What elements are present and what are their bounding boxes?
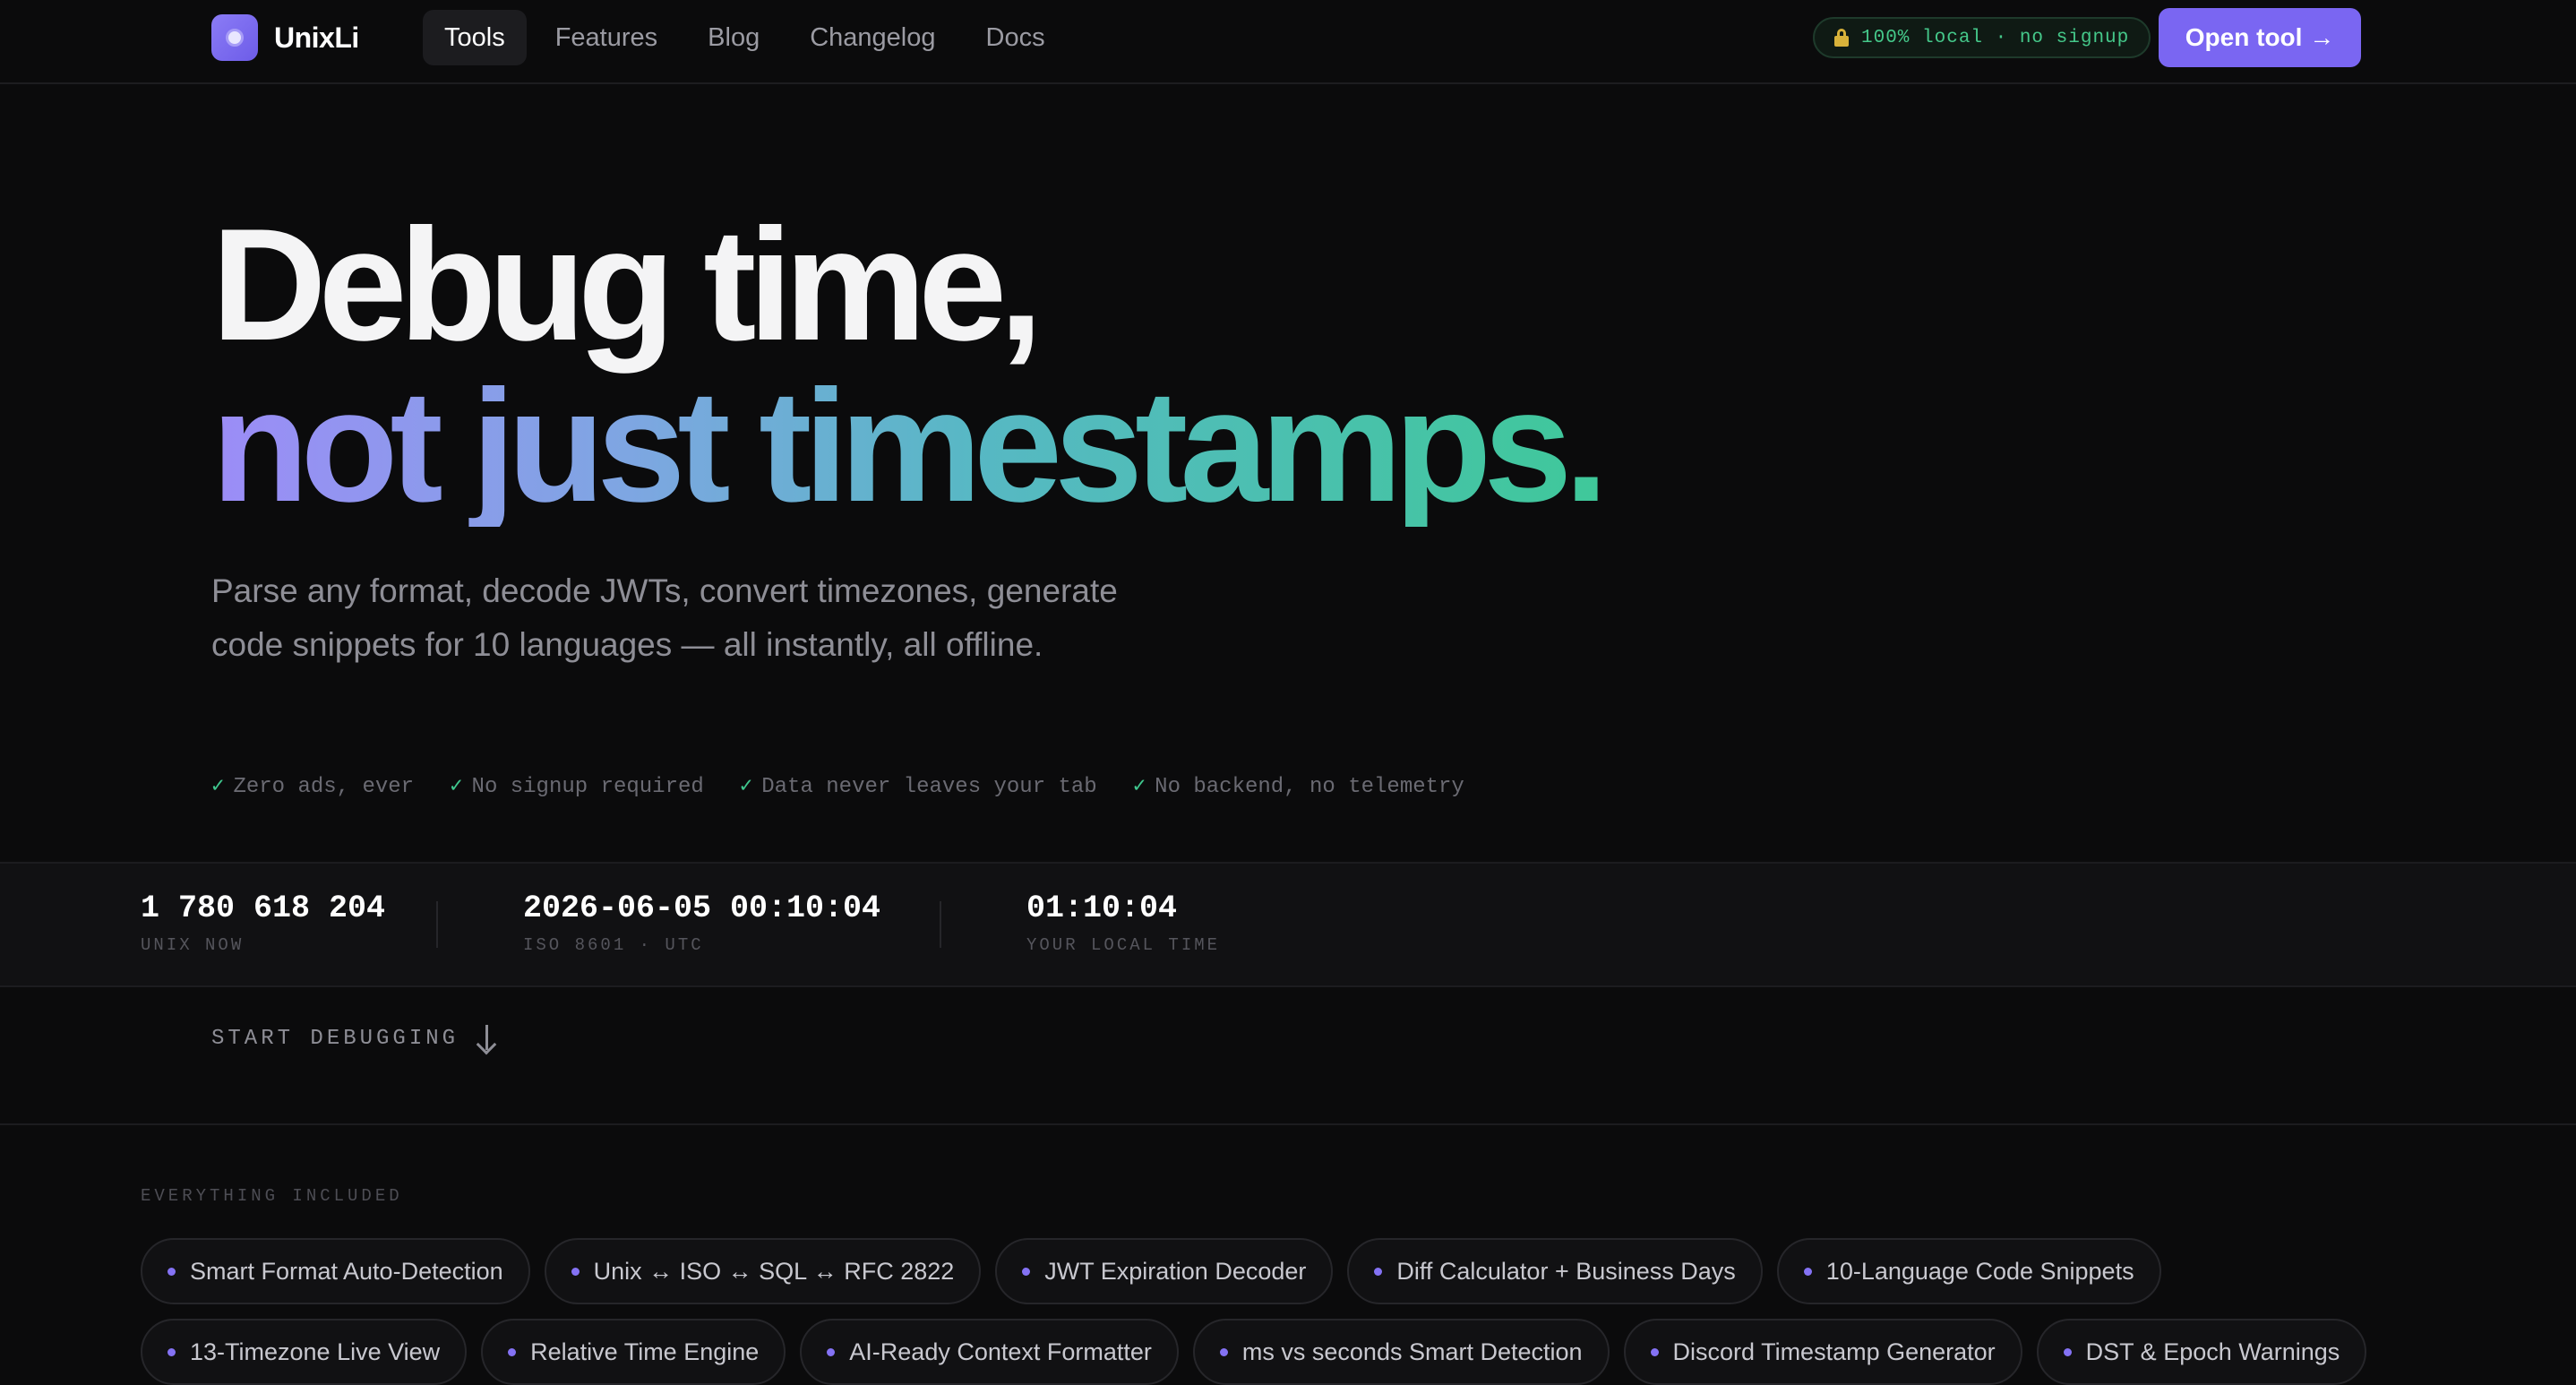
hero-headline: Debug time, not just timestamps.	[211, 195, 1609, 535]
hero-line-2: not just timestamps.	[211, 357, 1609, 535]
feature-chip[interactable]: 13-Timezone Live View	[141, 1319, 468, 1385]
check-icon: ✓	[739, 775, 753, 799]
feature-chip[interactable]: Diff Calculator + Business Days	[1347, 1238, 1763, 1304]
bullet-dot-icon	[1219, 1347, 1228, 1356]
check-icon: ✓	[450, 775, 463, 799]
hero-line-1: Debug time,	[211, 195, 1043, 374]
nav-item-tools[interactable]: Tools	[423, 10, 527, 65]
check-item: ✓ Data never leaves your tab	[739, 775, 1097, 799]
bullet-dot-icon	[827, 1347, 836, 1356]
bullet-dot-icon	[167, 1347, 176, 1356]
stat-local-time: 01:10:04 YOUR LOCAL TIME	[1026, 890, 1220, 955]
check-icon: ✓	[211, 775, 225, 799]
feature-checks: ✓ Zero ads, ever ✓ No signup required ✓ Dat…	[211, 772, 1464, 799]
stat-label: YOUR LOCAL TIME	[1026, 935, 1221, 955]
live-time-stats: 1 780 618 204 UNIX NOW 2026-06-05 00:10:…	[0, 862, 2576, 987]
bullet-dot-icon	[571, 1267, 580, 1276]
start-debugging-label: START DEBUGGING	[211, 1026, 459, 1051]
feature-chip[interactable]: JWT Expiration Decoder	[995, 1238, 1334, 1304]
feature-chip[interactable]: 10-Language Code Snippets	[1776, 1238, 2161, 1304]
local-badge: 100% local · no signup	[1813, 17, 2151, 58]
open-tool-button[interactable]: Open tool →	[2159, 8, 2361, 67]
stat-value: 2026-06-05 00:10:04	[523, 890, 881, 926]
stat-label: UNIX NOW	[141, 935, 245, 955]
arrow-down-icon	[476, 1025, 498, 1055]
bullet-dot-icon	[1374, 1267, 1383, 1276]
bullet-dot-icon	[1803, 1267, 1812, 1276]
stat-iso-utc: 2026-06-05 00:10:04 ISO 8601 · UTC	[523, 890, 880, 955]
start-debugging-link[interactable]: START DEBUGGING	[211, 1025, 498, 1055]
nav-item-features[interactable]: Features	[534, 10, 679, 65]
feature-chip[interactable]: ms vs seconds Smart Detection	[1192, 1319, 1610, 1385]
stat-divider	[436, 901, 438, 948]
stat-value: 01:10:04	[1026, 890, 1178, 926]
local-badge-text: 100% local · no signup	[1861, 27, 2130, 48]
nav-item-blog[interactable]: Blog	[686, 10, 781, 65]
check-icon: ✓	[1132, 775, 1146, 799]
brand[interactable]: UnixLi	[211, 14, 359, 61]
bullet-dot-icon	[2063, 1347, 2072, 1356]
check-item: ✓ No signup required	[450, 775, 704, 799]
hero-subtitle: Parse any format, decode JWTs, convert t…	[211, 572, 1118, 663]
nav-item-docs[interactable]: Docs	[965, 10, 1067, 65]
feature-chip[interactable]: Relative Time Engine	[481, 1319, 786, 1385]
lock-icon	[1834, 29, 1849, 47]
everything-included-label: EVERYTHING INCLUDED	[141, 1186, 403, 1206]
check-item: ✓ No backend, no telemetry	[1132, 775, 1464, 799]
stat-value: 1 780 618 204	[141, 890, 386, 926]
top-navigation-bar: UnixLi Tools Features Blog Changelog Doc…	[0, 0, 2576, 84]
bullet-dot-icon	[508, 1347, 517, 1356]
stat-unix-now: 1 780 618 204 UNIX NOW	[141, 890, 385, 955]
section-divider	[0, 1123, 2576, 1125]
nav-item-changelog[interactable]: Changelog	[788, 10, 957, 65]
bullet-dot-icon	[1650, 1347, 1659, 1356]
brand-logo-icon	[211, 14, 258, 61]
stat-divider	[940, 901, 941, 948]
bullet-dot-icon	[1022, 1267, 1031, 1276]
check-item: ✓ Zero ads, ever	[211, 775, 415, 799]
bullet-dot-icon	[167, 1267, 176, 1276]
main-nav: Tools Features Blog Changelog Docs	[423, 10, 1067, 65]
feature-chip[interactable]: Discord Timestamp Generator	[1623, 1319, 2022, 1385]
feature-chip[interactable]: Unix ↔ ISO ↔ SQL ↔ RFC 2822	[544, 1238, 982, 1304]
feature-chip-list: Smart Format Auto-Detection Unix ↔ ISO ↔…	[141, 1238, 2469, 1385]
feature-chip[interactable]: DST & Epoch Warnings	[2036, 1319, 2367, 1385]
stat-label: ISO 8601 · UTC	[523, 935, 704, 955]
feature-chip[interactable]: Smart Format Auto-Detection	[141, 1238, 530, 1304]
brand-name: UnixLi	[274, 21, 359, 54]
feature-chip[interactable]: AI-Ready Context Formatter	[800, 1319, 1179, 1385]
